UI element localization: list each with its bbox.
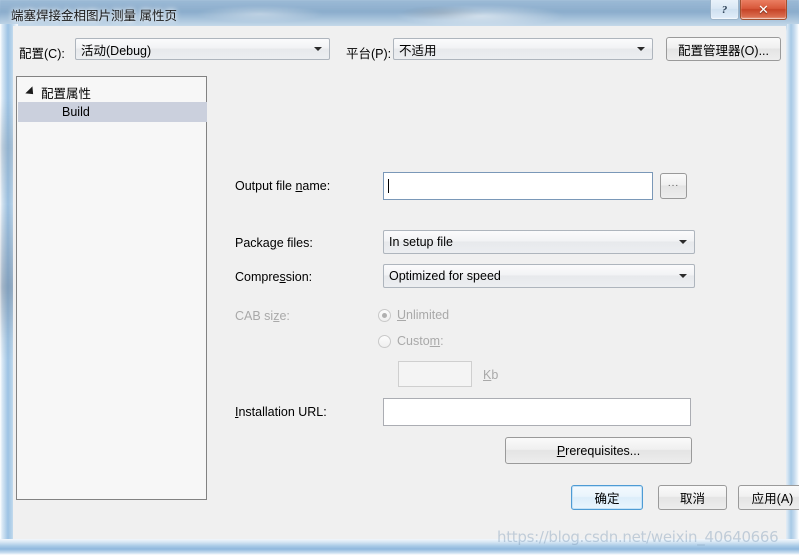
cab-size-custom-label: Custom: bbox=[397, 334, 444, 348]
cab-size-input[interactable] bbox=[398, 361, 472, 387]
cab-size-units-label: Kb bbox=[483, 368, 499, 382]
platform-dropdown[interactable]: 不适用 bbox=[393, 38, 653, 60]
dialog-client-area: 配置(C): 活动(Debug) 平台(P): 不适用 配置管理器(O)... … bbox=[13, 26, 799, 539]
tree-item-configuration-properties[interactable]: 配置属性 bbox=[25, 83, 92, 101]
cab-size-custom-radio[interactable]: Custom: bbox=[378, 334, 444, 348]
property-tree[interactable]: 配置属性 Build bbox=[16, 76, 207, 500]
chevron-down-icon bbox=[679, 274, 687, 278]
compression-label: Compression: bbox=[235, 270, 313, 284]
tree-root-label: 配置属性 bbox=[41, 86, 92, 101]
tree-child-label: Build bbox=[62, 105, 90, 119]
compression-value: Optimized for speed bbox=[389, 269, 501, 283]
installation-url-label: Installation URL: bbox=[235, 405, 327, 419]
cancel-button[interactable]: 取消 bbox=[658, 485, 727, 510]
ok-button[interactable]: 确定 bbox=[571, 485, 643, 510]
chevron-down-icon bbox=[637, 47, 645, 51]
output-file-name-input[interactable] bbox=[383, 172, 653, 200]
property-pages-window: 端塞焊接金相图片测量 属性页 ? ✕ 配置(C): 活动(Debug) 平台(P… bbox=[0, 0, 799, 555]
help-button[interactable]: ? bbox=[710, 0, 739, 20]
cab-size-unlimited-radio[interactable]: Unlimited bbox=[378, 308, 449, 322]
build-settings-pane: Output file name: ... Package files: In … bbox=[218, 76, 783, 500]
radio-selected-icon bbox=[378, 308, 391, 322]
package-files-label: Package files: bbox=[235, 236, 313, 250]
configuration-label: 配置(C): bbox=[19, 47, 65, 61]
window-right-border bbox=[787, 24, 799, 555]
installation-url-input[interactable] bbox=[383, 398, 691, 426]
window-bottom-border bbox=[0, 539, 799, 555]
configuration-dropdown[interactable]: 活动(Debug) bbox=[75, 38, 330, 60]
platform-label: 平台(P): bbox=[346, 47, 392, 61]
close-button[interactable]: ✕ bbox=[740, 0, 787, 20]
window-title: 端塞焊接金相图片测量 属性页 bbox=[11, 9, 177, 23]
cab-size-label: CAB size: bbox=[235, 309, 290, 323]
chevron-down-icon bbox=[314, 47, 322, 51]
radio-unselected-icon bbox=[378, 334, 391, 348]
package-files-dropdown[interactable]: In setup file bbox=[383, 230, 695, 254]
configuration-manager-button[interactable]: 配置管理器(O)... bbox=[666, 37, 781, 61]
browse-button[interactable]: ... bbox=[660, 173, 687, 199]
configuration-bar: 配置(C): 活动(Debug) 平台(P): 不适用 配置管理器(O)... bbox=[13, 26, 786, 64]
tree-item-build[interactable]: Build bbox=[18, 102, 207, 122]
apply-button[interactable]: 应用(A) bbox=[738, 485, 799, 510]
configuration-dropdown-value: 活动(Debug) bbox=[81, 43, 152, 58]
compression-dropdown[interactable]: Optimized for speed bbox=[383, 264, 695, 288]
text-caret bbox=[388, 179, 389, 193]
platform-dropdown-value: 不适用 bbox=[399, 43, 437, 58]
output-file-name-label: Output file name: bbox=[235, 179, 331, 193]
chevron-down-icon bbox=[679, 240, 687, 244]
caption-button-group: ? ✕ bbox=[710, 0, 787, 20]
expander-triangle-icon[interactable] bbox=[25, 86, 37, 98]
prerequisites-button[interactable]: Prerequisites... bbox=[505, 437, 692, 464]
cab-size-unlimited-label: Unlimited bbox=[397, 308, 450, 322]
package-files-value: In setup file bbox=[389, 235, 453, 249]
